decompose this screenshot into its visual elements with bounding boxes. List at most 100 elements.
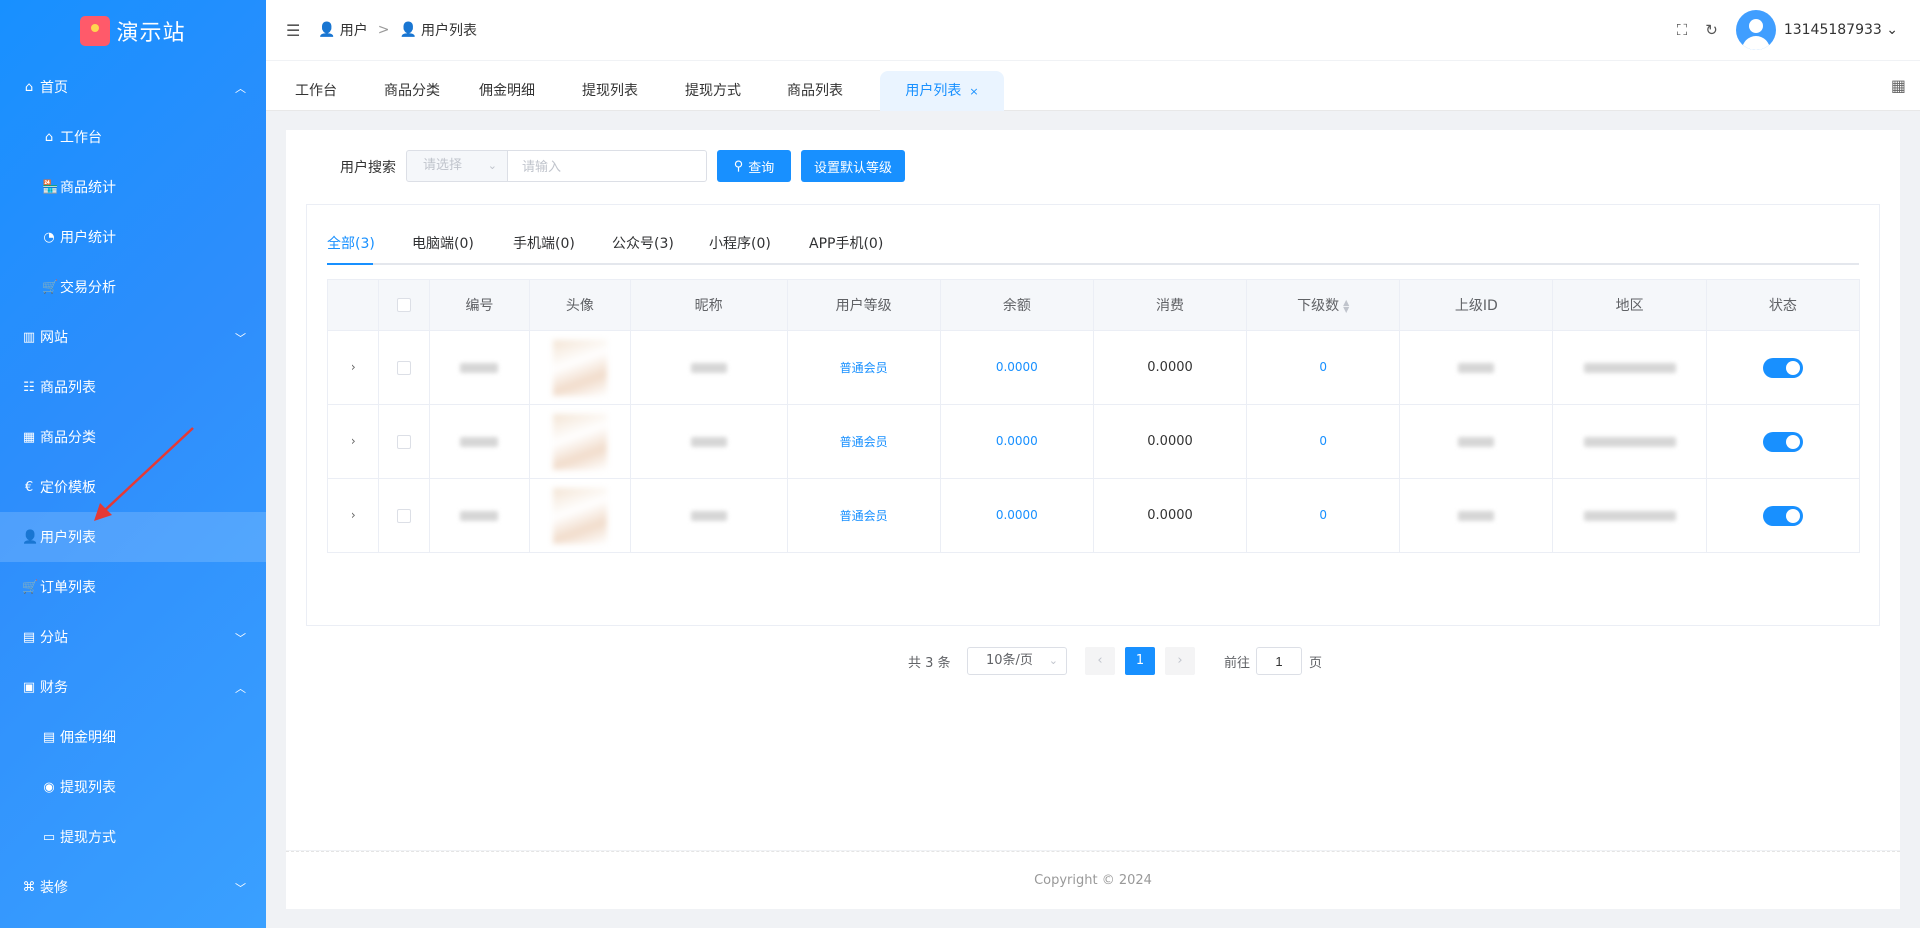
nav-tab-0[interactable]: 工作台: [286, 71, 346, 111]
nav-tab-5[interactable]: 商品列表: [778, 71, 852, 111]
chevron-right-icon[interactable]: ›: [351, 360, 356, 374]
select-cell[interactable]: [378, 330, 430, 405]
redacted-text: [1583, 510, 1676, 521]
children-count-link[interactable]: 0: [1319, 508, 1327, 522]
sidebar-item-16[interactable]: ⌘ 装修 ﹀: [0, 862, 266, 912]
chevron-right-icon[interactable]: ›: [351, 434, 356, 448]
close-icon[interactable]: ×: [969, 85, 978, 98]
logo[interactable]: 演示站: [0, 0, 266, 62]
children-cell[interactable]: 0: [1246, 330, 1401, 405]
sidebar-item-10[interactable]: 🛒 订单列表: [0, 562, 266, 612]
user-level-link[interactable]: 普通会员: [840, 509, 888, 523]
select-cell[interactable]: [378, 478, 430, 553]
username-dropdown[interactable]: 13145187933 ⌄: [1784, 22, 1898, 38]
sidebar-item-13[interactable]: ▤ 佣金明细: [0, 712, 266, 762]
sidebar-item-2[interactable]: 🏪 商品统计: [0, 162, 266, 212]
grid-menu-icon[interactable]: ▦: [1891, 76, 1906, 95]
sidebar-item-0[interactable]: ⌂ 首页 ︿: [0, 62, 266, 112]
chevron-down-icon: ﹀: [235, 332, 246, 345]
status-toggle[interactable]: [1762, 505, 1803, 526]
balance-cell[interactable]: 0.0000: [939, 478, 1094, 553]
balance-link[interactable]: 0.0000: [996, 508, 1038, 522]
level-cell[interactable]: 普通会员: [786, 404, 941, 479]
sidebar-item-8[interactable]: € 定价模板: [0, 462, 266, 512]
status-cell[interactable]: [1705, 330, 1861, 405]
table-row: › 普通会员 0.0000 0.0000 0: [326, 478, 1861, 553]
sort-icon[interactable]: ▲ ▼: [1343, 299, 1349, 314]
prev-page-button[interactable]: ‹: [1085, 647, 1115, 675]
avatar[interactable]: [1735, 10, 1776, 50]
pagination: 共 3 条 10条/页 ⌄ ‹ 1 › 前往 页: [307, 647, 1879, 675]
sidebar-item-3[interactable]: ◔ 用户统计: [0, 212, 266, 262]
select-cell[interactable]: [378, 404, 430, 479]
filter-tab-4[interactable]: 小程序(0): [709, 233, 771, 253]
sidebar-item-6[interactable]: ☷ 商品列表: [0, 362, 266, 412]
goto-page-input[interactable]: [1256, 647, 1302, 675]
redacted-text: [460, 510, 499, 521]
breadcrumb-item-user[interactable]: 👤 用户: [318, 20, 367, 40]
column-header-select[interactable]: [378, 279, 430, 331]
search-input[interactable]: [507, 150, 707, 182]
status-cell[interactable]: [1705, 404, 1861, 479]
sidebar-item-4[interactable]: 🛒 交易分析: [0, 262, 266, 312]
brush-icon: ⌘: [22, 879, 36, 895]
sidebar-item-7[interactable]: ▦ 商品分类: [0, 412, 266, 462]
level-cell[interactable]: 普通会员: [786, 330, 941, 405]
children-count-link[interactable]: 0: [1319, 360, 1327, 374]
query-button[interactable]: ⚲ 查询: [717, 150, 791, 182]
chevron-right-icon[interactable]: ›: [351, 508, 356, 522]
search-icon: ⚲: [733, 158, 744, 173]
user-level-link[interactable]: 普通会员: [840, 435, 888, 449]
avatar-cell: [529, 330, 631, 405]
user-level-link[interactable]: 普通会员: [840, 361, 888, 375]
set-default-level-button[interactable]: 设置默认等级: [801, 150, 905, 182]
nav-tab-4[interactable]: 提现方式: [676, 71, 750, 111]
filter-tab-2[interactable]: 手机端(0): [513, 233, 575, 253]
filter-tab-3[interactable]: 公众号(3): [612, 233, 674, 253]
expand-cell[interactable]: ›: [326, 478, 380, 553]
chevron-down-icon: ⌄: [1886, 22, 1898, 38]
expand-cell[interactable]: ›: [326, 404, 380, 479]
search-type-select[interactable]: 请选择 ⌄: [406, 150, 508, 182]
sidebar-menu: ⌂ 首页 ︿ ⌂ 工作台 🏪 商品统计 ◔ 用户统计 🛒 交易分析 ▥ 网站 ﹀ ☷ 商品列表 ▦ 商品分类 € 定价…: [0, 62, 266, 912]
filter-tab-1[interactable]: 电脑端(0): [412, 233, 474, 253]
pagination-total: 共 3 条: [908, 656, 951, 671]
sidebar-item-9[interactable]: 👤 用户列表: [0, 512, 266, 562]
nav-tab-2[interactable]: 佣金明细: [470, 71, 544, 111]
balance-link[interactable]: 0.0000: [996, 360, 1038, 374]
expand-cell[interactable]: ›: [326, 330, 380, 405]
sidebar-item-5[interactable]: ▥ 网站 ﹀: [0, 312, 266, 362]
filter-tab-0[interactable]: 全部(3): [327, 233, 375, 253]
sidebar-item-11[interactable]: ▤ 分站 ﹀: [0, 612, 266, 662]
fullscreen-icon[interactable]: ⛶: [1677, 21, 1688, 39]
balance-cell[interactable]: 0.0000: [939, 404, 1094, 479]
nav-tab-3[interactable]: 提现列表: [573, 71, 647, 111]
nav-tab-1[interactable]: 商品分类: [375, 71, 449, 111]
page-number-current[interactable]: 1: [1125, 647, 1155, 675]
balance-link[interactable]: 0.0000: [996, 434, 1038, 448]
page-size-select[interactable]: 10条/页 ⌄: [967, 647, 1067, 675]
balance-cell[interactable]: 0.0000: [939, 330, 1094, 405]
children-cell[interactable]: 0: [1246, 404, 1401, 479]
children-count-link[interactable]: 0: [1319, 434, 1327, 448]
status-toggle[interactable]: [1762, 431, 1803, 452]
sidebar-item-14[interactable]: ◉ 提现列表: [0, 762, 266, 812]
children-cell[interactable]: 0: [1246, 478, 1401, 553]
row-checkbox[interactable]: [397, 434, 412, 449]
filter-tab-5[interactable]: APP手机(0): [809, 233, 883, 253]
status-toggle[interactable]: [1762, 357, 1803, 378]
row-checkbox[interactable]: [397, 360, 412, 375]
select-all-checkbox[interactable]: [397, 298, 412, 312]
level-cell[interactable]: 普通会员: [786, 478, 941, 553]
status-cell[interactable]: [1705, 478, 1861, 553]
row-checkbox[interactable]: [397, 508, 412, 523]
next-page-button[interactable]: ›: [1165, 647, 1195, 675]
sidebar-item-1[interactable]: ⌂ 工作台: [0, 112, 266, 162]
sidebar-item-12[interactable]: ▣ 财务 ︿: [0, 662, 266, 712]
column-header-6[interactable]: 下级数 ▲ ▼: [1246, 279, 1401, 331]
sidebar-item-15[interactable]: ▭ 提现方式: [0, 812, 266, 862]
breadcrumb: 👤 用户 > 👤 用户列表: [318, 20, 477, 40]
nav-tab-6[interactable]: 用户列表 ×: [880, 71, 1004, 111]
refresh-icon[interactable]: ↻: [1705, 21, 1718, 39]
collapse-menu-icon[interactable]: ☰: [286, 21, 300, 40]
